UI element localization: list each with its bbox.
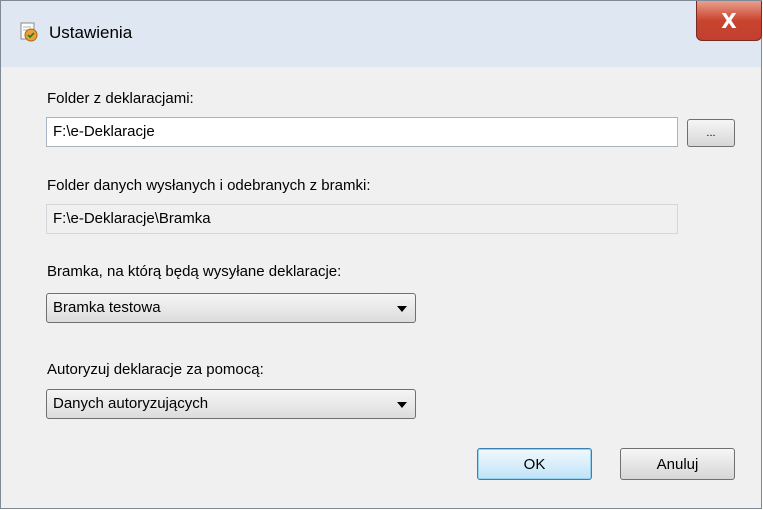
gateway-select[interactable]: Bramka testowa [46,293,416,323]
gateway-label: Bramka, na którą będą wysyłane deklaracj… [47,263,342,280]
gateway-select-value: Bramka testowa [53,299,161,316]
chevron-down-icon [397,306,407,312]
window-title: Ustawienia [49,23,133,42]
title-bar[interactable]: Ustawienia [1,1,761,67]
authorization-select[interactable]: Danych autoryzujących [46,389,416,419]
close-button[interactable]: X [696,1,762,41]
app-icon [19,22,39,42]
chevron-down-icon [397,402,407,408]
ok-button[interactable]: OK [477,448,592,480]
declarations-folder-label: Folder z deklaracjami: [47,90,194,107]
authorization-label: Autoryzuj deklaracje za pomocą: [47,361,264,378]
declarations-folder-input[interactable]: F:\e-Deklaracje [46,117,678,147]
settings-dialog: Ustawienia X Folder z deklaracjami: F:\e… [0,0,762,509]
cancel-button[interactable]: Anuluj [620,448,735,480]
gateway-folder-label: Folder danych wysłanych i odebranych z b… [47,177,371,194]
gateway-folder-field: F:\e-Deklaracje\Bramka [46,204,678,234]
browse-button[interactable]: ... [687,119,735,147]
close-icon: X [721,8,737,33]
dialog-content: Folder z deklaracjami: F:\e-Deklaracje .… [7,67,753,508]
authorization-select-value: Danych autoryzujących [53,395,209,412]
